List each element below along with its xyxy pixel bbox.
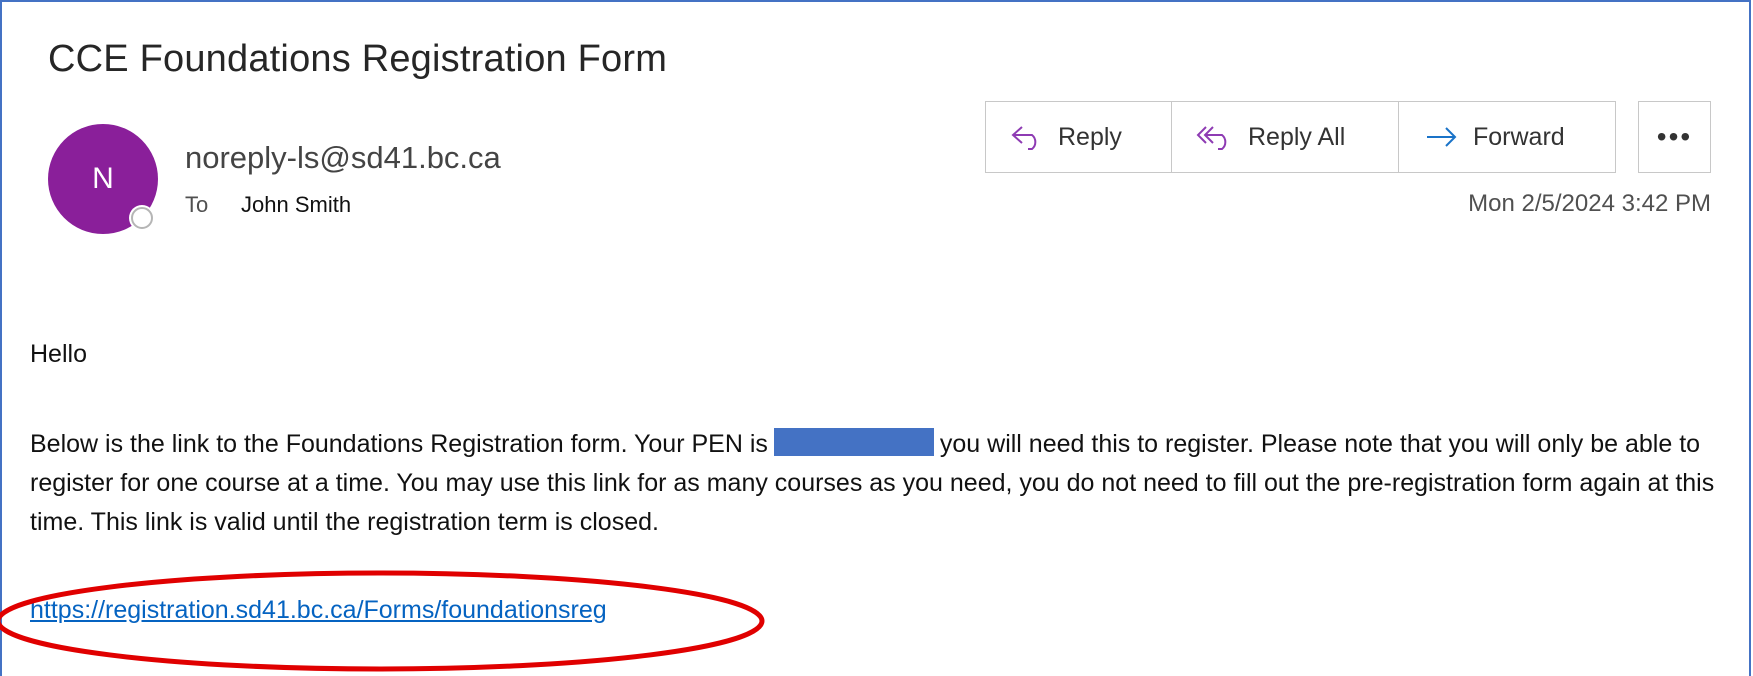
pen-redaction: [773, 428, 934, 456]
forward-icon: [1425, 125, 1459, 149]
reply-all-button[interactable]: Reply All: [1172, 101, 1399, 173]
body-text-before-pen: Below is the link to the Foundations Reg…: [30, 430, 768, 458]
sender-address[interactable]: noreply-ls@sd41.bc.ca: [185, 140, 501, 176]
body-greeting: Hello: [30, 340, 87, 368]
email-subject: CCE Foundations Registration Form: [48, 38, 668, 80]
avatar-initial: N: [92, 162, 114, 195]
forward-button[interactable]: Forward: [1399, 101, 1616, 173]
reply-all-label: Reply All: [1248, 122, 1346, 151]
message-actions: Reply Reply All Forward: [985, 101, 1616, 173]
body-paragraph: Below is the link to the Foundations Reg…: [30, 425, 1730, 542]
sent-timestamp: Mon 2/5/2024 3:42 PM: [1468, 190, 1711, 217]
presence-status-icon: [131, 207, 153, 229]
reply-label: Reply: [1058, 122, 1122, 151]
to-label: To: [185, 192, 209, 217]
more-icon: •••: [1656, 121, 1693, 152]
reply-button[interactable]: Reply: [985, 101, 1172, 173]
more-actions-button[interactable]: •••: [1638, 101, 1711, 173]
registration-link[interactable]: https://registration.sd41.bc.ca/Forms/fo…: [30, 596, 607, 625]
forward-label: Forward: [1473, 122, 1565, 151]
recipient-name[interactable]: John Smith: [241, 192, 351, 218]
reply-all-icon: [1196, 124, 1234, 150]
reply-icon: [1010, 124, 1044, 150]
